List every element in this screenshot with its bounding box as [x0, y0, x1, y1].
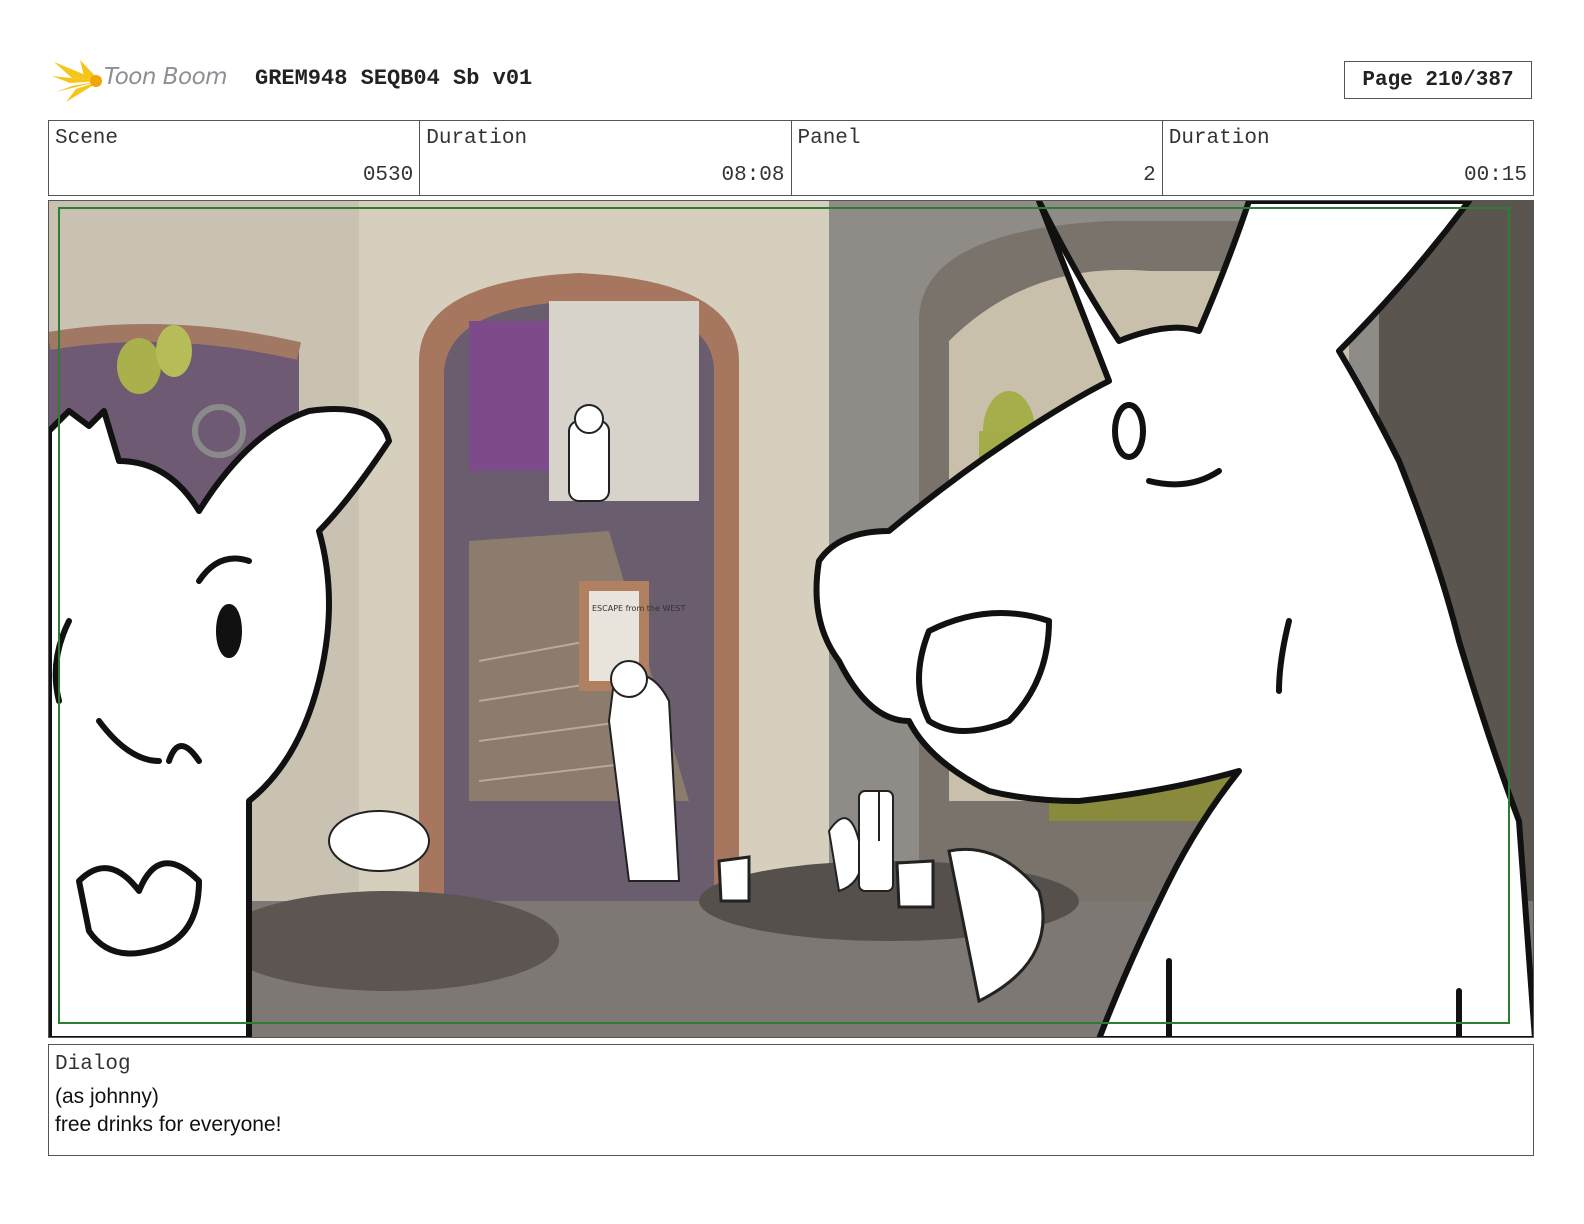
page-indicator: Page 210/387 [1344, 61, 1532, 99]
scene-label: Scene [55, 127, 119, 150]
storyboard-panel-image: ESCAPE from the WEST [48, 200, 1534, 1038]
panel-duration-cell: Duration 00:15 [1163, 121, 1533, 195]
dialog-line-1: (as johnny) [55, 1085, 159, 1108]
logo-text: Toon Boom [104, 64, 228, 90]
scene-duration-label: Duration [426, 127, 528, 150]
scene-cell: Scene 0530 [49, 121, 421, 195]
panel-value: 2 [1143, 164, 1156, 187]
panel-label: Panel [797, 127, 861, 150]
scene-duration-value: 08:08 [721, 164, 785, 187]
document-title: GREM948 SEQB04 Sb v01 [255, 66, 533, 91]
scene-info-row: Scene 0530 Duration 08:08 Panel 2 Durati… [48, 120, 1534, 196]
scene-duration-cell: Duration 08:08 [420, 121, 792, 195]
dialog-line-2: free drinks for everyone! [55, 1113, 282, 1136]
panel-cell: Panel 2 [792, 121, 1163, 195]
panel-drawing: ESCAPE from the WEST [49, 201, 1533, 1037]
dialog-box: Dialog (as johnny) free drinks for every… [48, 1044, 1534, 1156]
scene-value: 0530 [362, 164, 414, 187]
panel-duration-label: Duration [1168, 127, 1270, 150]
dialog-label: Dialog [55, 1053, 131, 1076]
poster-text: ESCAPE from the WEST [592, 604, 685, 613]
panel-duration-value: 00:15 [1463, 164, 1527, 187]
